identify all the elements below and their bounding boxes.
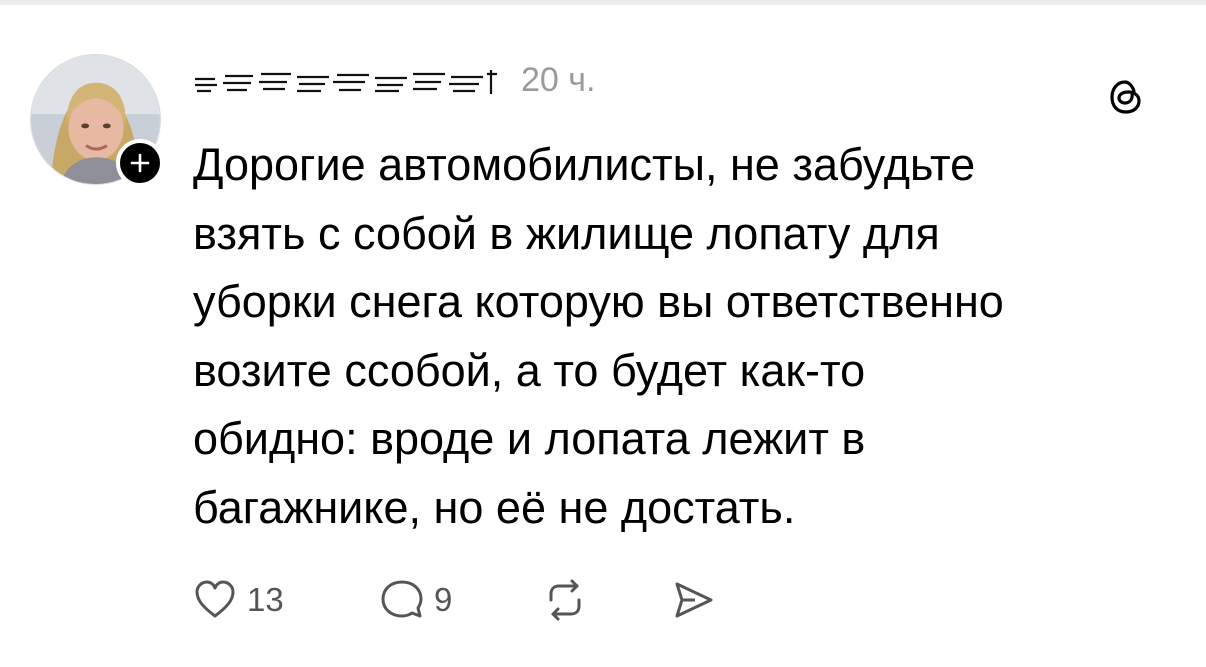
plus-icon	[130, 153, 150, 173]
like-button[interactable]: 13	[193, 575, 284, 625]
repost-arrows-icon	[549, 579, 581, 621]
post-text-line: возите ссобой, а то будет как-то	[193, 344, 866, 396]
threads-logo-icon[interactable]	[1108, 79, 1144, 115]
follow-button[interactable]	[116, 139, 164, 187]
post-timestamp: 20 ч.	[521, 61, 596, 99]
heart-icon	[195, 580, 235, 618]
speech-bubble-icon	[381, 580, 423, 618]
post-text-line: обидно: вроде и лопата лежит в	[193, 413, 866, 464]
comment-count: 9	[434, 581, 453, 618]
like-count: 13	[247, 581, 284, 618]
post-body: Дорогие автомобилисты, не забудьте взять…	[193, 131, 1183, 542]
send-icon	[675, 582, 713, 618]
repost-button[interactable]	[543, 575, 587, 625]
top-divider	[0, 0, 1206, 5]
share-button[interactable]	[671, 575, 715, 625]
post-text-line: уборки снега которую вы ответственно	[193, 276, 1004, 327]
post-text-line: взять с собой в жилище лопату для	[193, 207, 940, 259]
comment-button[interactable]: 9	[380, 575, 452, 625]
post-text-line: багажнике, но её не достать.	[193, 481, 796, 533]
username-redaction	[195, 70, 497, 94]
username-link[interactable]: svetlanaasta1	[193, 62, 511, 98]
post-text-line: Дорогие автомобилисты, не забудьте	[193, 139, 976, 190]
